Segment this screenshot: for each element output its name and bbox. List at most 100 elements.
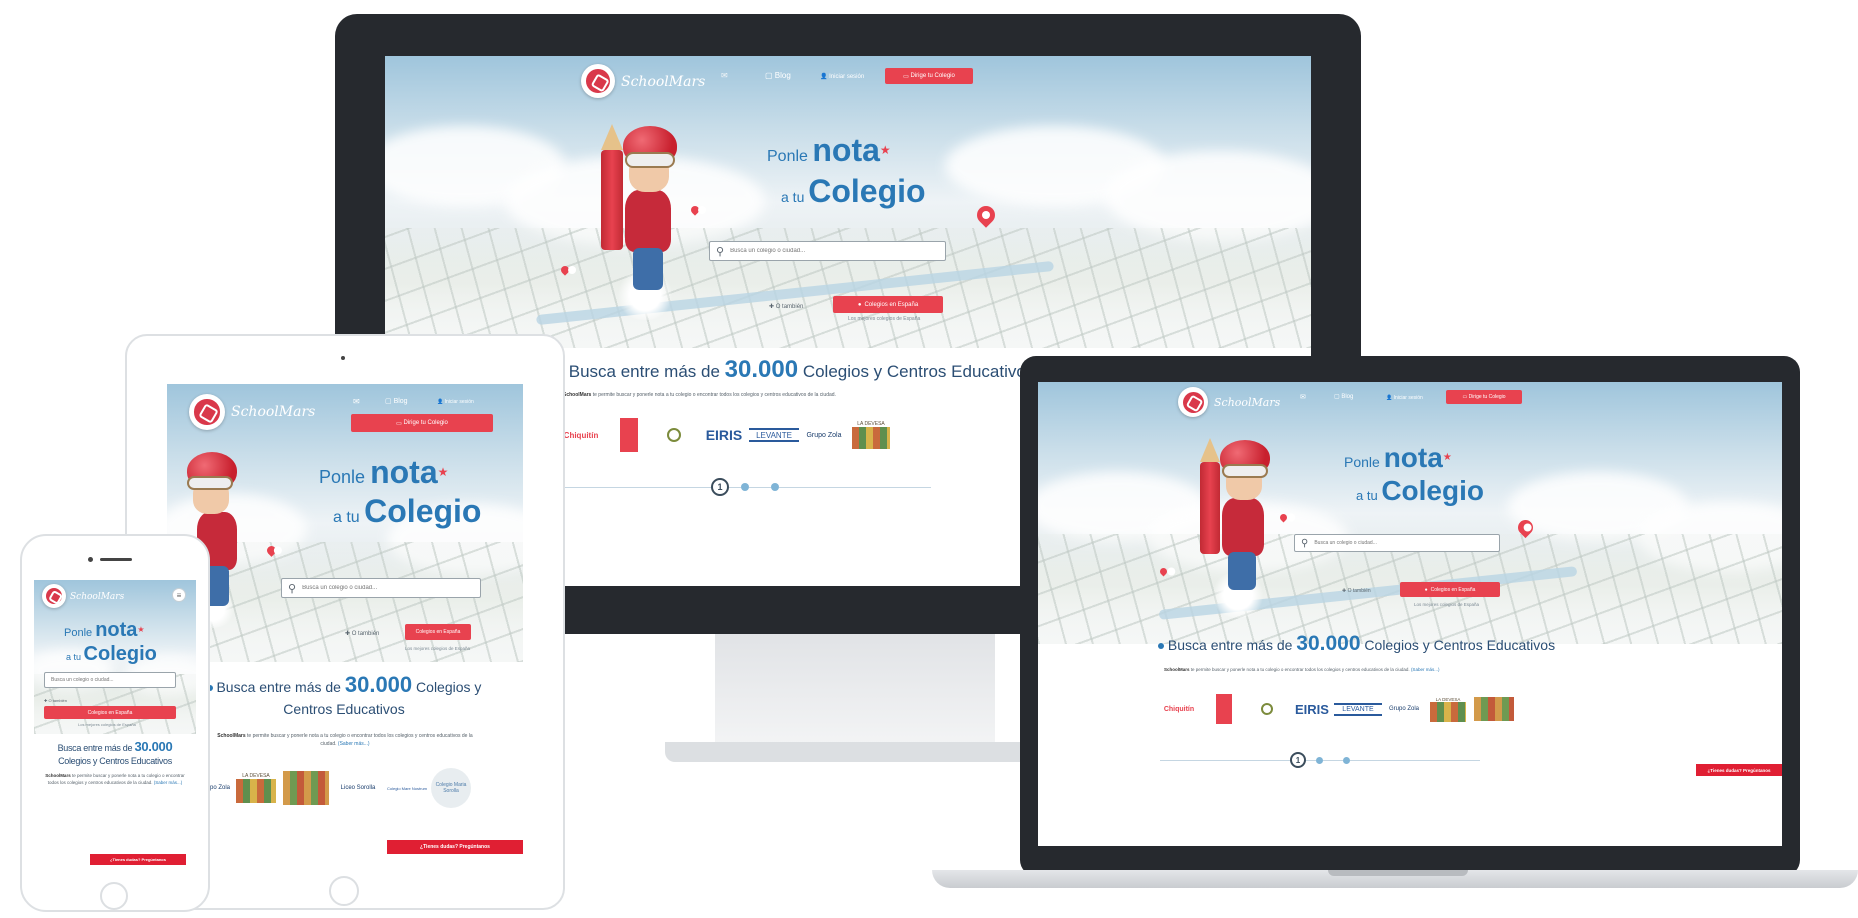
manage-school-button[interactable]: ▭ Dirige tu Colegio [1446,390,1522,404]
search-input[interactable] [1314,540,1499,546]
page-1-indicator[interactable]: 1 [1290,752,1306,768]
search-box[interactable]: ⚲ [281,578,481,598]
manage-school-button[interactable]: ▭ Dirige tu Colegio [351,414,493,432]
partner-logos: Chiquitín EIRIS LEVANTE Grupo Zola LA DE… [553,418,893,452]
desc-text: te permite buscar y ponerle nota a tu co… [592,392,836,398]
spain-schools-label: Colegios en España [87,709,133,716]
mail-icon[interactable]: ✉ [721,71,728,80]
tagline-a-tu: a tu [1356,488,1378,503]
partner-logo-book[interactable] [1204,694,1244,724]
page-2-indicator[interactable] [1316,756,1323,764]
partner-logo-la-devesa-2[interactable] [283,771,329,805]
headline-pre: Busca entre más de [57,743,133,753]
headline-pre: Busca entre más de [1167,637,1293,653]
page-2-indicator[interactable] [741,483,749,491]
phone-home-button[interactable] [100,882,128,910]
partner-logos: Grupo Zola LA DEVESA Liceo Sorolla Coleg… [197,768,471,808]
logo-icon[interactable] [189,394,225,430]
spain-schools-button[interactable]: ● Colegios en España [1400,582,1500,597]
partner-logo-la-devesa[interactable]: LA DEVESA [849,421,893,449]
manage-school-button[interactable]: ▭ Dirige tu Colegio [885,68,973,84]
search-box[interactable]: ⚲ [1294,534,1500,552]
logo-icon[interactable] [581,64,615,98]
spain-schools-button[interactable]: ● Colegios en España [833,296,943,313]
partner-logo-grupo-zola[interactable]: Grupo Zola [1382,706,1426,712]
search-input[interactable] [730,248,945,254]
also-link[interactable]: ✚ O también [1342,588,1371,594]
desc-more-link[interactable]: (Saber más...) [338,741,370,747]
brand-name[interactable]: SchoolMars [231,404,315,420]
spain-schools-subtitle: Los mejores colegios de España [405,646,471,651]
headline-post-1: Colegios y [416,679,482,695]
nav-login[interactable]: 👤 Iniciar sesión [820,73,864,80]
search-box[interactable] [44,672,176,688]
spain-schools-button[interactable]: Colegios en España [44,706,176,719]
page-3-indicator[interactable] [771,483,779,491]
partner-logo-liceo-sorolla[interactable]: Liceo Sorolla [333,785,383,791]
search-input[interactable] [302,585,480,591]
mail-icon[interactable]: ✉ [1300,393,1306,401]
partner-logo-book[interactable] [609,418,649,452]
nav-login-label: Iniciar sesión [1393,395,1423,401]
headline-pre: Busca entre más de [216,679,341,695]
partner-logo-eiris[interactable]: EIRIS [699,427,749,443]
desc-more-link[interactable]: (Saber más...) [1411,667,1440,672]
page-3-indicator[interactable] [1343,756,1350,764]
partner-logo-grupo-zola[interactable]: Grupo Zola [799,432,849,439]
partner-logo-maria-sorolla[interactable]: Colegio Maria Sorolla [431,768,471,808]
hero-tagline: Ponle nota★ a tu Colegio [319,456,519,536]
nav-blog[interactable]: ▢ Blog [765,71,791,80]
also-link[interactable]: ✚ O también [769,303,803,310]
partner-logo-seal[interactable] [649,428,699,442]
desc-more-link[interactable]: (Saber más...) [154,780,183,785]
search-input[interactable] [51,677,175,683]
tagline-ponle: Ponle [767,148,808,165]
tagline-colegio: Colegio [1381,475,1484,506]
partner-logo-la-devesa[interactable]: LA DEVESA [1426,697,1470,722]
tablet-screen: SchoolMars ✉ ▢ Blog 👤 Iniciar sesión ▭ D… [167,384,523,860]
partner-logo-chiquitin[interactable]: Chiquitín [1154,706,1204,713]
spain-schools-button[interactable]: Colegios en España [405,624,471,640]
nav-blog[interactable]: ▢ Blog [1334,393,1353,400]
nav-login[interactable]: 👤 Iniciar sesión [437,399,474,405]
partner-logo-levante[interactable]: LEVANTE [749,428,799,442]
main-headline: Busca entre más de 30.000 Colegios y Cen… [1158,632,1555,656]
page-1-indicator[interactable]: 1 [711,478,729,496]
search-box[interactable]: ⚲ [709,241,946,261]
also-link[interactable]: ✚ O también [345,630,379,637]
partner-logo-eiris[interactable]: EIRIS [1290,702,1334,717]
tablet-camera [341,356,345,360]
brand-name[interactable]: SchoolMars [621,74,705,90]
brand-name[interactable]: SchoolMars [1214,396,1280,409]
spain-schools-subtitle: Los mejores colegios de España [848,316,921,322]
partner-logo-la-devesa-2[interactable] [1474,697,1514,721]
help-button[interactable]: ¿Tienes dudas? Pregúntanos [90,854,186,865]
tablet-home-button[interactable] [329,876,359,906]
tagline-nota: nota [1383,442,1443,473]
search-icon: ⚲ [288,581,297,595]
logo-icon[interactable] [42,584,66,608]
menu-icon[interactable]: ≡ [172,588,186,602]
brand-name[interactable]: SchoolMars [70,592,124,602]
partner-logo-levante[interactable]: LEVANTE [1334,702,1382,716]
intro-description: SchoolMars te permite buscar y ponerle n… [1164,667,1439,672]
also-link[interactable]: ✚ O también [44,698,67,703]
phone-speaker [100,558,132,561]
also-link-label: O también [48,698,67,703]
logo-icon[interactable] [1178,387,1208,417]
partner-logo-la-devesa[interactable]: LA DEVESA [233,773,279,803]
headline-pre: Busca entre más de [568,362,720,381]
nav-login[interactable]: 👤 Iniciar sesión [1386,395,1423,401]
star-icon: ★ [1442,452,1452,463]
mail-icon[interactable]: ✉ [353,397,360,406]
nav-blog[interactable]: ▢ Blog [385,397,408,405]
partner-logo-mare-nostrum[interactable]: Colegio Mare Nostrum [383,786,431,791]
help-button-label: ¿Tienes dudas? Pregúntanos [1707,767,1771,773]
help-button-label: ¿Tienes dudas? Pregúntanos [420,844,490,850]
also-link-label: O también [1347,588,1371,594]
partner-logo-seal[interactable] [1244,703,1290,715]
phone-camera [88,557,93,562]
help-button[interactable]: ¿Tienes dudas? Pregúntanos [387,840,523,854]
help-button[interactable]: ¿Tienes dudas? Pregúntanos [1696,764,1782,776]
intro-description: SchoolMars te permite buscar y ponerle n… [563,392,836,398]
